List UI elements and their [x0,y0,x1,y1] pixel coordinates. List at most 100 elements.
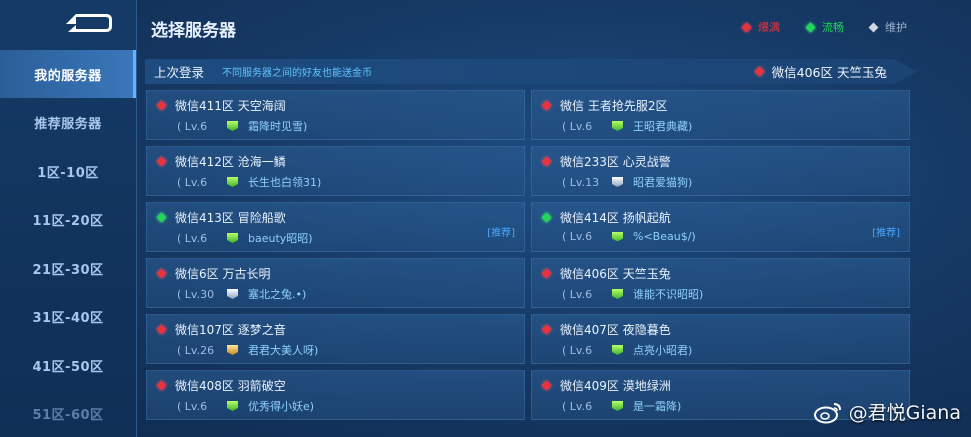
server-name: 微信233区 心灵战警 [560,155,671,169]
status-full-icon [156,380,167,391]
character-name: 点亮小昭君) [633,344,693,357]
server-card[interactable]: 微信411区 天空海阔 ( Lv.6 霜降时见雪) [146,90,525,140]
character-level: ( Lv.6 [177,399,208,413]
server-name: 微信411区 天空海阔 [175,99,286,113]
server-card[interactable]: 微信407区 夜隐暮色 ( Lv.6 点亮小昭君) [531,314,910,364]
server-card[interactable]: 微信107区 逐梦之音 ( Lv.26 君君大美人呀) [146,314,525,364]
sidebar-item-0[interactable]: 我的服务器 [0,50,136,98]
sidebar-item-label: 1区-10区 [37,165,99,181]
weibo-icon [813,402,841,423]
character-info: ( Lv.6 霜降时见雪) [177,118,307,134]
character-name: baeuty昭昭) [248,232,313,245]
sidebar-item-3[interactable]: 11区-20区 [0,195,136,243]
status-smooth-icon [156,212,167,223]
server-card[interactable]: 微信414区 扬帆起航 ( Lv.6 %<Beau$/) [推荐] [531,202,910,252]
character-info: ( Lv.6 是一霜降) [562,398,681,414]
status-full-icon [541,156,552,167]
character-level: ( Lv.6 [562,343,593,357]
status-maintenance-icon [868,22,879,32]
sidebar-item-label: 21区-30区 [32,262,104,278]
sidebar-item-6[interactable]: 41区-50区 [0,341,136,389]
legend-maintenance: 维护 [868,19,907,35]
sidebar-item-4[interactable]: 21区-30区 [0,244,136,292]
watermark: @君悦Giana [813,398,961,425]
character-level: ( Lv.6 [562,287,593,301]
last-login-label: 上次登录 [154,65,205,80]
server-card[interactable]: 微信233区 心灵战警 ( Lv.13 昭君爱猫狗) [531,146,910,196]
rank-badge-icon [227,177,238,187]
sidebar-item-1[interactable]: 推荐服务器 [0,98,136,146]
server-title: 微信413区 冒险船歌 [156,209,286,226]
character-name: 谁能不识昭昭) [633,288,704,301]
last-login-bar[interactable]: 上次登录 不同服务器之间的好友也能送金币 微信406区 天竺玉兔 [145,59,917,84]
status-full-icon [541,324,552,335]
server-card[interactable]: 微信406区 天竺玉兔 ( Lv.6 谁能不识昭昭) [531,258,910,308]
character-name: 霜降时见雪) [248,120,308,133]
server-title: 微信6区 万古长明 [156,265,271,282]
status-full-icon [541,100,552,111]
rank-badge-icon [612,401,623,411]
sidebar-item-label: 51区-60区 [32,407,104,423]
sidebar-item-label: 41区-50区 [32,359,104,375]
server-title: 微信409区 漠地绿洲 [541,377,671,394]
watermark-text: @君悦Giana [848,402,961,424]
status-full-icon [741,22,752,32]
rank-badge-icon [227,401,238,411]
character-info: ( Lv.6 优秀得小妖e) [177,398,314,414]
back-arrow-icon [66,14,112,32]
server-name: 微信6区 万古长明 [175,267,271,281]
server-name: 微信412区 沧海一鳞 [175,155,286,169]
status-full-icon [156,156,167,167]
server-name: 微信413区 冒险船歌 [175,211,286,225]
character-level: ( Lv.6 [562,119,593,133]
rank-badge-icon [227,121,238,131]
server-card[interactable]: 微信413区 冒险船歌 ( Lv.6 baeuty昭昭) [推荐] [146,202,525,252]
sidebar-item-7[interactable]: 51区-60区 [0,389,136,437]
character-name: 长生也白领31) [248,176,322,189]
server-name: 微信 王者抢先服2区 [560,99,668,113]
status-smooth-icon [805,22,816,32]
character-info: ( Lv.26 君君大美人呀) [177,342,318,358]
sidebar-item-label: 我的服务器 [34,68,102,84]
legend-smooth: 流畅 [805,19,844,35]
last-login-hint: 不同服务器之间的好友也能送金币 [222,68,373,79]
character-name: 君君大美人呀) [248,344,319,357]
server-title: 微信412区 沧海一鳞 [156,153,286,170]
character-name: 是一霜降) [633,400,682,413]
server-title: 微信407区 夜隐暮色 [541,321,671,338]
character-info: ( Lv.6 谁能不识昭昭) [562,286,703,302]
server-title: 微信406区 天竺玉兔 [541,265,671,282]
server-card[interactable]: 微信 王者抢先服2区 ( Lv.6 王昭君典藏) [531,90,910,140]
sidebar-item-5[interactable]: 31区-40区 [0,292,136,340]
server-title: 微信414区 扬帆起航 [541,209,671,226]
character-name: 王昭君典藏) [633,120,693,133]
server-title: 微信233区 心灵战警 [541,153,671,170]
character-name: %<Beau$/) [633,230,696,243]
server-card[interactable]: 微信6区 万古长明 ( Lv.30 塞北之兔.•) [146,258,525,308]
sidebar: 我的服务器推荐服务器 1区-10区 11区-20区 21区-30区 31区-40区 41区… [0,0,137,437]
rank-badge-icon [612,121,623,131]
status-full-icon [156,324,167,335]
server-card[interactable]: 微信412区 沧海一鳞 ( Lv.6 长生也白领31) [146,146,525,196]
character-level: ( Lv.13 [562,175,600,189]
character-info: ( Lv.30 塞北之兔.•) [177,286,306,302]
character-level: ( Lv.6 [177,119,208,133]
recommended-tag: [推荐] [487,228,515,239]
server-name: 微信408区 羽箭破空 [175,379,286,393]
character-level: ( Lv.6 [177,231,208,245]
legend-smooth-label: 流畅 [822,21,844,34]
server-card[interactable]: 微信408区 羽箭破空 ( Lv.6 优秀得小妖e) [146,370,525,420]
status-full-icon [754,66,765,77]
rank-badge-icon [227,289,238,299]
server-name: 微信406区 天竺玉兔 [560,267,671,281]
rank-badge-icon [612,231,623,242]
character-name: 昭君爱猫狗) [633,176,693,189]
server-title: 微信 王者抢先服2区 [541,97,668,114]
rank-badge-icon [227,233,238,243]
character-info: ( Lv.13 昭君爱猫狗) [562,174,692,190]
status-full-icon [156,100,167,111]
sidebar-item-2[interactable]: 1区-10区 [0,147,136,195]
back-button[interactable] [62,10,114,36]
sidebar-item-label: 推荐服务器 [34,116,102,132]
status-smooth-icon [541,212,552,223]
